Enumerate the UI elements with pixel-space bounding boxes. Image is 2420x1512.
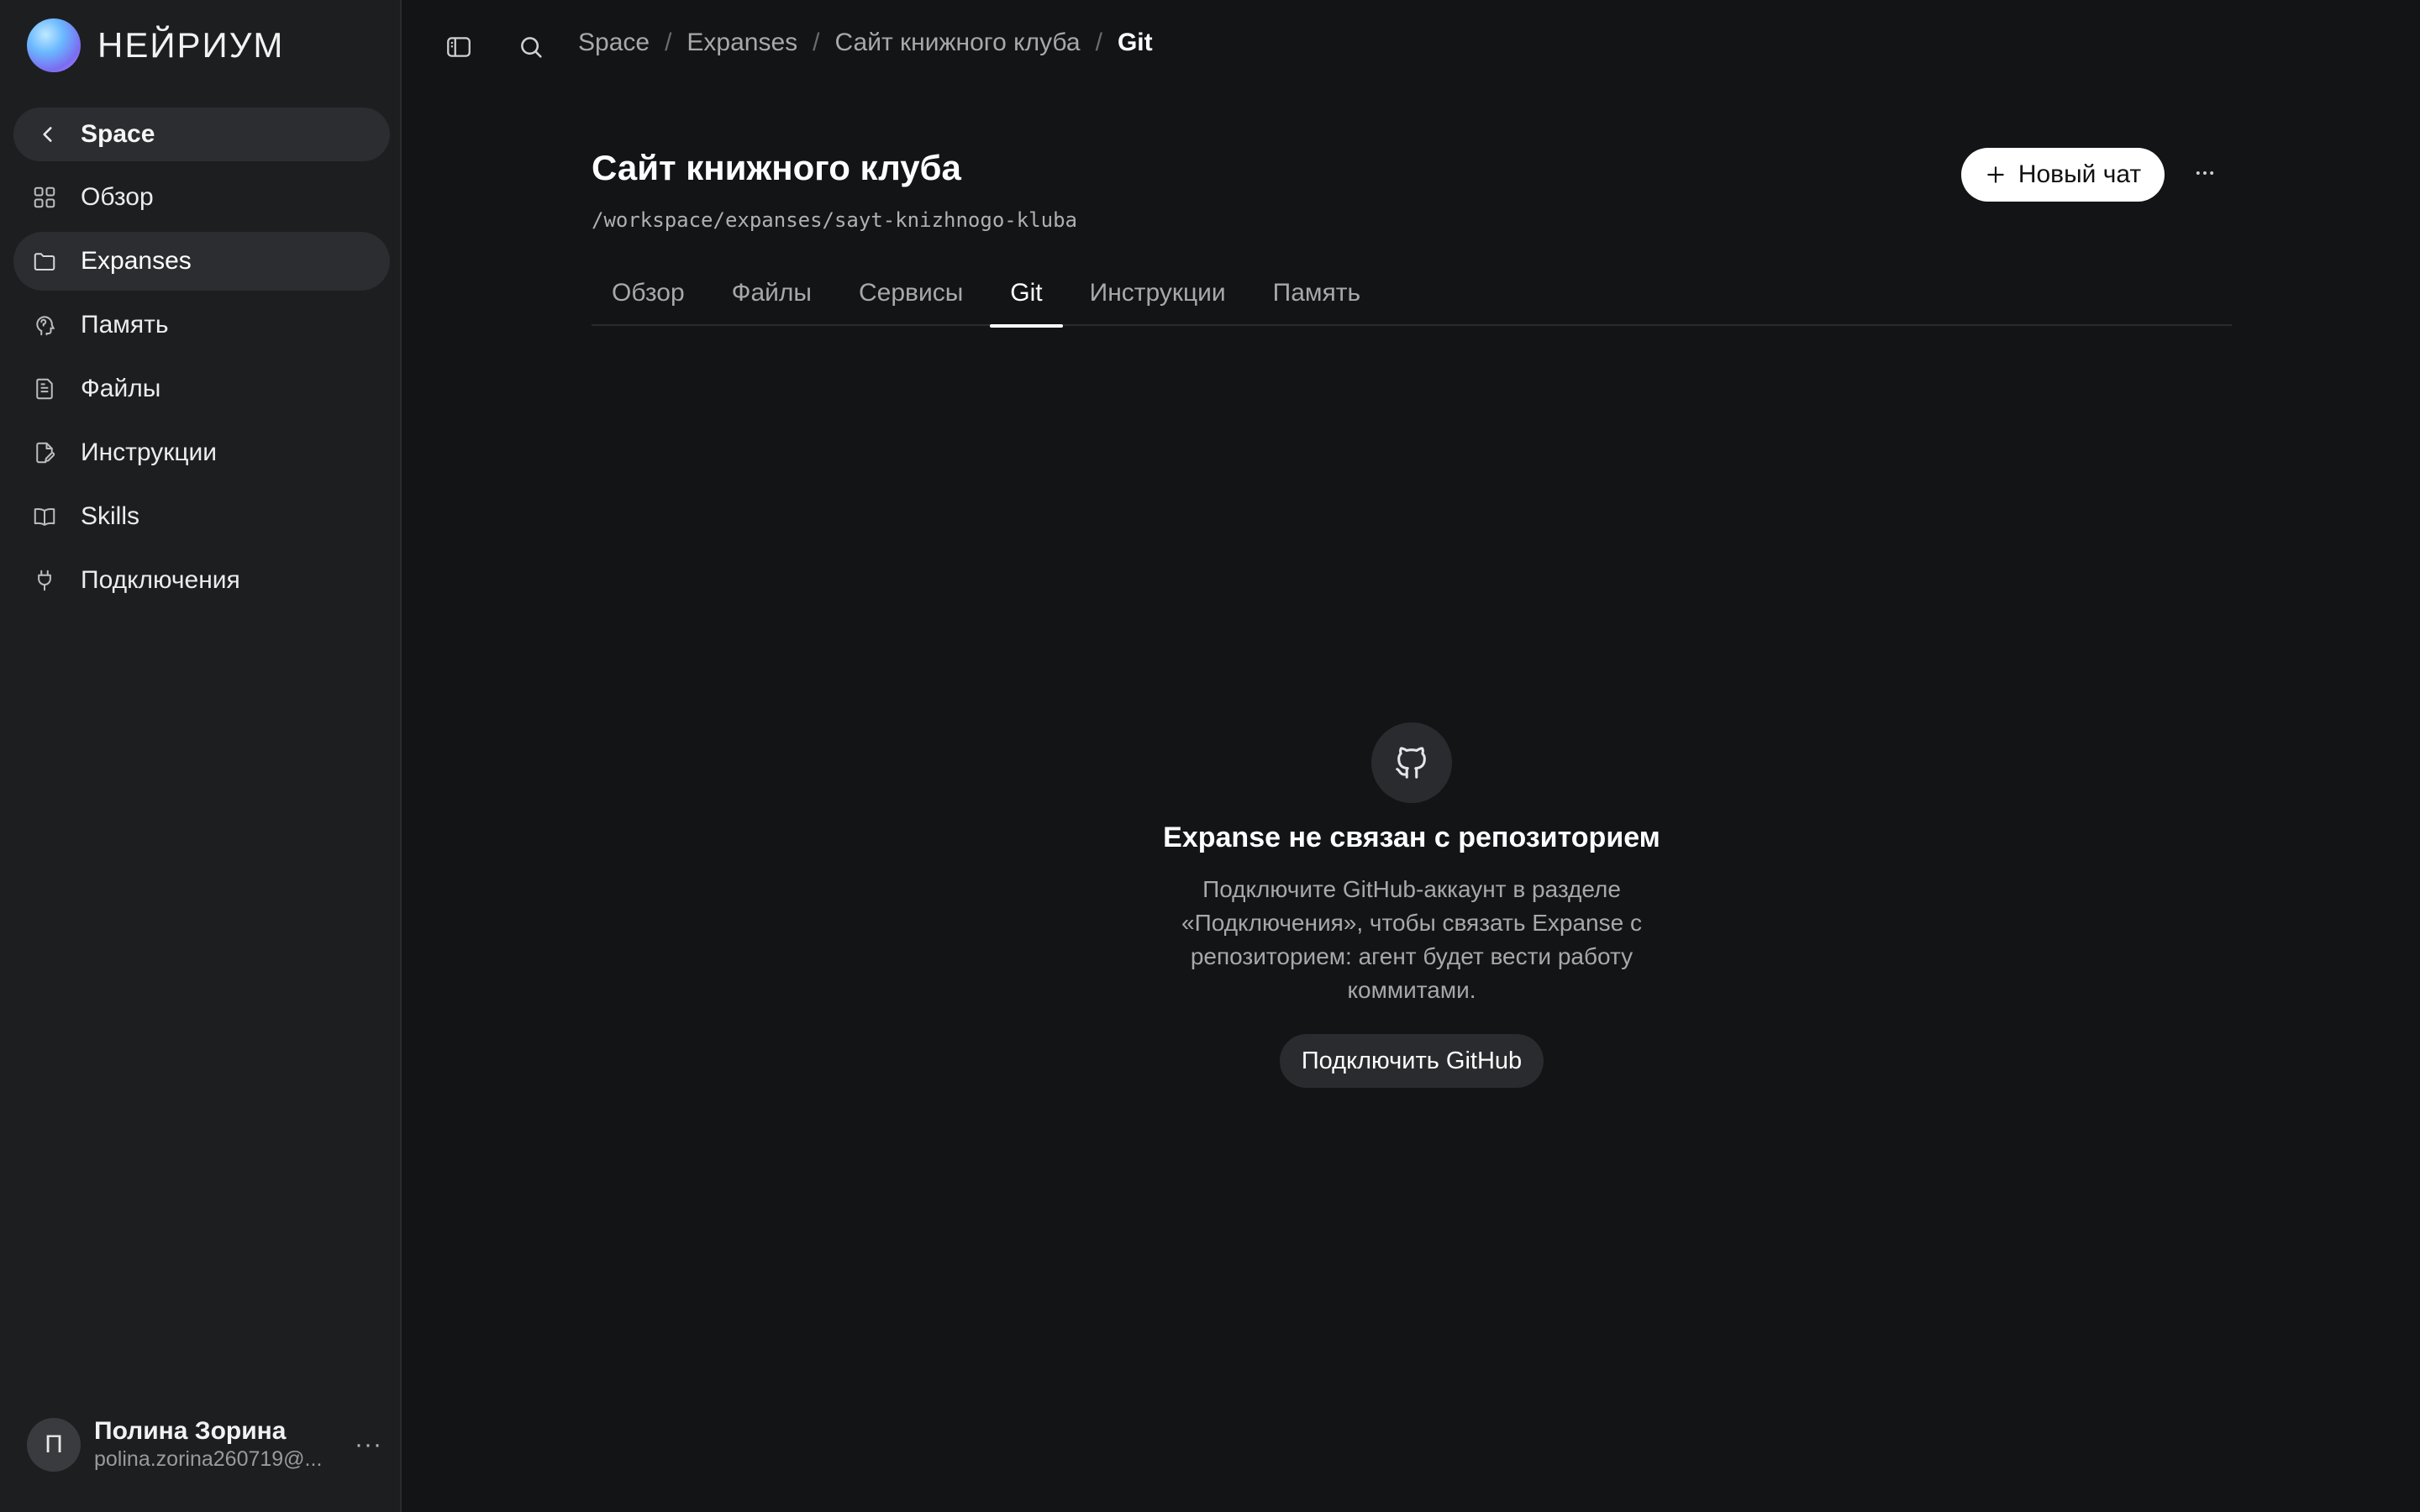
user-email: polina.zorina260719@... <box>94 1447 323 1471</box>
sidebar-item-label: Память <box>81 311 169 339</box>
empty-state-description: Подключите GitHub-аккаунт в разделе «Под… <box>1181 876 1642 1003</box>
breadcrumb-separator: / <box>813 29 820 56</box>
sidebar-item-files[interactable]: Файлы <box>13 360 390 418</box>
book-icon <box>30 502 59 531</box>
tab-git[interactable]: Git <box>990 265 1063 328</box>
brain-icon <box>30 311 59 339</box>
empty-state-title: Expanse не связан с репозиторием <box>1163 822 1660 853</box>
tab-overview[interactable]: Обзор <box>592 265 705 326</box>
tab-services[interactable]: Сервисы <box>839 265 983 326</box>
breadcrumb-separator: / <box>665 29 672 56</box>
sidebar-item-overview[interactable]: Обзор <box>13 168 390 227</box>
chevron-left-icon <box>43 127 52 142</box>
user-info: Полина Зорина polina.zorina260719@... <box>94 1417 338 1473</box>
brand[interactable]: НЕЙРИУМ <box>27 18 284 72</box>
tab-files[interactable]: Файлы <box>712 265 832 326</box>
user-name: Полина Зорина <box>94 1417 287 1445</box>
sidebar-item-label: Обзор <box>81 183 154 211</box>
file-icon <box>30 375 59 403</box>
back-to-space-button[interactable]: Space <box>13 108 390 161</box>
breadcrumb: Space / Expanses / Сайт книжного клуба /… <box>578 29 1153 57</box>
breadcrumb-separator: / <box>1095 29 1102 56</box>
breadcrumb-expanses[interactable]: Expanses <box>687 29 797 57</box>
sidebar-item-memory[interactable]: Память <box>13 296 390 354</box>
back-label: Space <box>81 120 155 148</box>
sidebar-item-connections[interactable]: Подключения <box>13 551 390 610</box>
breadcrumb-current: Git <box>1117 29 1153 56</box>
breadcrumb-project[interactable]: Сайт книжного клуба <box>835 29 1081 57</box>
sidebar-item-label: Инструкции <box>81 438 218 466</box>
connect-github-button[interactable]: Подключить GitHub <box>1279 1034 1544 1088</box>
avatar: П <box>27 1418 81 1472</box>
github-icon <box>1371 722 1452 803</box>
search-icon[interactable] <box>514 30 548 64</box>
brand-name: НЕЙРИУМ <box>97 25 285 65</box>
page-title: Сайт книжного клуба <box>592 148 961 187</box>
topbar: Space / Expanses / Сайт книжного клуба /… <box>402 0 2420 92</box>
sidebar-item-label: Expanses <box>81 247 192 275</box>
user-profile[interactable]: П Полина Зорина polina.zorina260719@... … <box>27 1416 388 1473</box>
folder-icon <box>30 247 59 276</box>
brand-logo <box>27 18 81 72</box>
more-options-icon[interactable] <box>2188 156 2222 190</box>
grid-icon <box>30 183 59 212</box>
tab-memory[interactable]: Память <box>1253 265 1381 326</box>
new-chat-button[interactable]: Новый чат <box>1961 148 2165 202</box>
sidebar: НЕЙРИУМ Space Обзор Expanses Память Файл… <box>0 0 402 1512</box>
workspace-path: /workspace/expanses/sayt-knizhnogo-kluba <box>592 208 1077 232</box>
sidebar-item-instructions[interactable]: Инструкции <box>13 423 390 482</box>
breadcrumb-space[interactable]: Space <box>578 29 650 57</box>
tab-instructions[interactable]: Инструкции <box>1070 265 1246 326</box>
file-edit-icon <box>30 438 59 467</box>
plus-icon <box>1987 166 2004 183</box>
sidebar-item-label: Подключения <box>81 566 240 594</box>
tab-bar: Обзор Файлы Сервисы Git Инструкции Памят… <box>592 265 2232 328</box>
sidebar-item-label: Skills <box>81 502 140 530</box>
sidebar-item-label: Файлы <box>81 375 161 402</box>
plug-icon <box>30 566 59 595</box>
sidebar-nav: Обзор Expanses Память Файлы Инструкции S… <box>13 168 390 615</box>
new-chat-label: Новый чат <box>2018 160 2142 188</box>
sidebar-item-skills[interactable]: Skills <box>13 487 390 546</box>
user-more-icon[interactable]: ··· <box>355 1431 382 1459</box>
git-empty-state: Expanse не связан с репозиторием Подключ… <box>992 722 1832 1088</box>
sidebar-toggle-icon[interactable] <box>442 30 476 64</box>
sidebar-item-expanses[interactable]: Expanses <box>13 232 390 291</box>
